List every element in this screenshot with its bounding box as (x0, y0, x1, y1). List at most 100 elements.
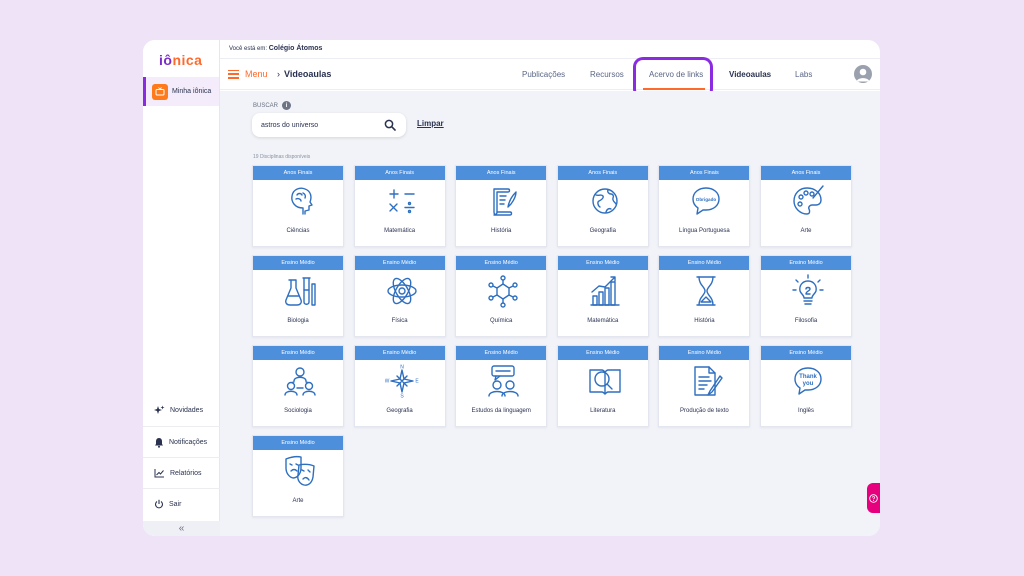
subject-card[interactable]: Anos Finais Arte (760, 165, 852, 247)
subject-card[interactable]: Ensino Médio Química (455, 255, 548, 337)
sidebar-collapse-button[interactable]: « (143, 521, 220, 536)
search-icon[interactable] (384, 119, 396, 131)
compass-letter: E (415, 379, 419, 385)
sidebar-item-notificacoes[interactable]: Notificações (143, 426, 220, 457)
card-subject-name: Inglês (797, 408, 814, 414)
subject-card[interactable]: Ensino Médio Física (353, 255, 446, 337)
card-level-label: Anos Finais (354, 166, 445, 180)
page-title: › Videoaulas (277, 69, 331, 79)
subject-card[interactable]: Ensino Médio Sociologia (252, 345, 344, 427)
menu-button[interactable]: Menu (228, 69, 268, 79)
compass-rose-icon: N E S W (385, 365, 419, 399)
sidebar-item-label: Sair (169, 500, 182, 508)
sidebar-item-label: Novidades (170, 407, 204, 414)
subject-card[interactable]: Anos Finais Obrigado Língua Portuguesa (658, 165, 751, 247)
bubble-text: Thank (799, 374, 817, 380)
search-input-value: astros do universo (261, 121, 319, 129)
subject-card[interactable]: Ensino Médio Filosofia (760, 255, 852, 337)
logo-part-2: nica (172, 52, 203, 68)
card-level-label: Ensino Médio (354, 346, 445, 360)
card-level-label: Ensino Médio (761, 346, 851, 360)
avatar[interactable] (854, 65, 872, 83)
card-subject-name: Estudos da linguagem (471, 408, 531, 414)
card-level-label: Anos Finais (253, 166, 343, 180)
subject-card[interactable]: Ensino Médio Arte (252, 435, 344, 517)
sparkles-icon (154, 405, 165, 414)
speech-bubble-icon: Obrigado (692, 187, 721, 215)
question-icon (869, 493, 878, 503)
app-window: iônica Minha iônica Novidades Notificaçõ… (143, 40, 880, 536)
info-icon[interactable]: i (282, 101, 292, 110)
subject-card[interactable]: Ensino Médio História (658, 255, 751, 337)
sidebar-item-minha-ionica[interactable]: Minha iônica (143, 77, 219, 106)
breadcrumb-prefix: Você está em: (229, 46, 268, 52)
breadcrumb-school[interactable]: Colégio Átomos (269, 45, 323, 52)
bubble-text: Obrigado (696, 197, 717, 202)
breadcrumb: Você está em: Colégio Átomos (229, 45, 322, 52)
head-brain-icon (291, 187, 313, 215)
subject-card[interactable]: Anos Finais Ciências (252, 165, 344, 247)
card-level-label: Anos Finais (761, 166, 851, 180)
logo[interactable]: iônica (159, 52, 202, 68)
tab-videoaulas[interactable]: Videoaulas (729, 70, 771, 79)
math-operators-icon (388, 189, 415, 214)
subject-card[interactable]: Anos Finais Geografia (556, 165, 649, 247)
clear-search-link[interactable]: Limpar (417, 119, 444, 128)
card-level-label: Anos Finais (557, 166, 648, 180)
search-input[interactable]: astros do universo (252, 113, 406, 137)
document-pen-icon (694, 366, 724, 396)
tv-icon (152, 83, 168, 100)
subject-card[interactable]: Ensino Médio Matemática (556, 255, 649, 337)
sidebar-item-sair[interactable]: Sair (143, 488, 220, 519)
help-button[interactable] (867, 483, 880, 513)
search-label-text: BUSCAR (253, 102, 279, 109)
sidebar-item-novidades[interactable]: Novidades (143, 395, 220, 426)
conversation-icon (488, 365, 519, 397)
card-subject-name: Literatura (590, 408, 616, 414)
book-magnifier-icon (589, 369, 621, 395)
globe-icon (592, 188, 618, 214)
sidebar-item-label: Notificações (169, 438, 208, 446)
bell-icon (155, 437, 163, 448)
double-chevron-left-icon: « (178, 523, 185, 534)
tab-publicacoes[interactable]: Publicações (522, 70, 565, 79)
theater-masks-icon (285, 455, 315, 486)
card-level-label: Ensino Médio (557, 346, 648, 360)
lab-flasks-icon (285, 277, 316, 306)
card-subject-name: Geografia (589, 228, 616, 234)
subject-card[interactable]: Anos Finais História (455, 165, 548, 247)
card-subject-name: Arte (292, 498, 304, 504)
card-subject-name: Física (391, 318, 408, 324)
sidebar-item-relatorios[interactable]: Relatórios (143, 457, 220, 488)
tab-recursos[interactable]: Recursos (590, 70, 624, 79)
card-subject-name: Química (490, 318, 513, 324)
card-subject-name: Produção de texto (680, 408, 729, 414)
subject-card[interactable]: Ensino Médio N E S W Geografia (353, 345, 446, 427)
results-count: 19 Disciplinas disponíveis (253, 154, 311, 160)
card-level-label: Anos Finais (659, 166, 750, 180)
lightbulb-icon (792, 274, 824, 305)
card-subject-name: Matemática (384, 228, 416, 234)
subject-card[interactable]: Anos Finais Matemática (353, 165, 446, 247)
bubble-text: you (803, 381, 814, 387)
bar-chart-icon (590, 276, 620, 306)
subject-card[interactable]: Ensino Médio Produção de texto (658, 345, 751, 427)
card-subject-name: Geografia (386, 408, 413, 414)
card-level-label: Ensino Médio (659, 346, 750, 360)
palette-icon (793, 185, 824, 215)
compass-letter: N (400, 365, 404, 371)
tab-labs[interactable]: Labs (795, 70, 812, 79)
subject-card[interactable]: Ensino Médio Estudos da linguagem (455, 345, 548, 427)
molecule-icon (488, 275, 518, 308)
card-subject-name: Língua Portuguesa (679, 228, 730, 234)
sidebar-item-label: Relatórios (170, 469, 202, 477)
card-subject-name: História (694, 318, 715, 324)
card-level-label: Anos Finais (456, 166, 547, 180)
subject-card[interactable]: Ensino Médio Literatura (556, 345, 649, 427)
hamburger-icon (228, 69, 239, 79)
card-subject-name: Ciências (286, 228, 310, 234)
subject-card[interactable]: Ensino Médio Biologia (252, 255, 344, 337)
subject-card[interactable]: Ensino Médio Thank you Inglês (760, 345, 852, 427)
sidebar-item-label: Minha iônica (172, 88, 212, 95)
card-level-label: Ensino Médio (253, 346, 343, 360)
